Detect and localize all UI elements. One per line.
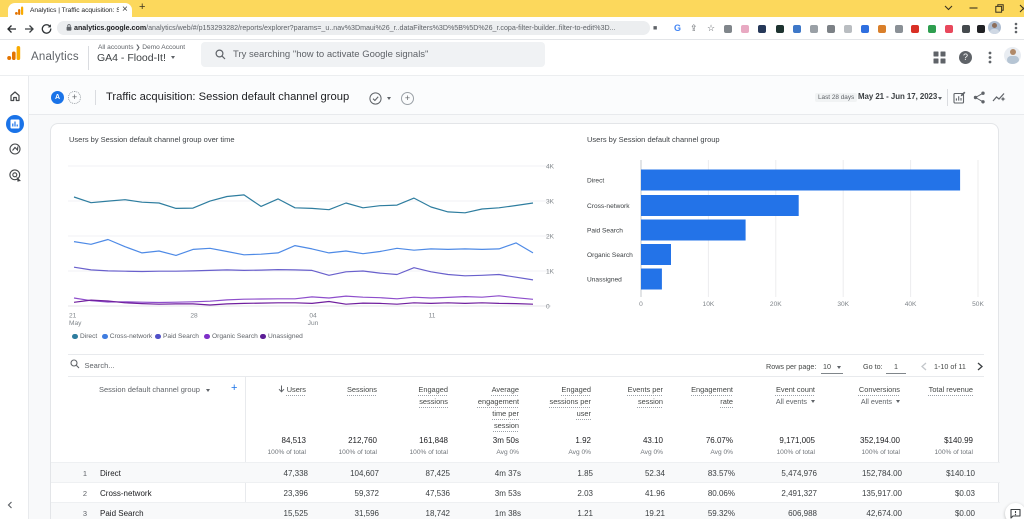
svg-text:04: 04 — [309, 313, 317, 320]
svg-text:10K: 10K — [703, 301, 715, 308]
svg-text:40K: 40K — [905, 301, 917, 308]
svg-text:0: 0 — [546, 303, 550, 310]
svg-text:Direct: Direct — [587, 177, 604, 184]
svg-text:11: 11 — [429, 313, 436, 320]
svg-text:28: 28 — [190, 313, 198, 320]
svg-text:Unassigned: Unassigned — [587, 276, 622, 283]
svg-text:3K: 3K — [546, 198, 555, 205]
svg-text:1K: 1K — [546, 268, 555, 275]
svg-text:Cross-network: Cross-network — [587, 203, 630, 210]
svg-text:Jun: Jun — [308, 320, 319, 327]
svg-text:30K: 30K — [837, 301, 849, 308]
svg-text:May: May — [69, 320, 82, 327]
svg-text:50K: 50K — [972, 301, 984, 308]
svg-text:21: 21 — [69, 313, 77, 320]
svg-text:Paid Search: Paid Search — [587, 227, 623, 234]
svg-text:2K: 2K — [546, 233, 555, 240]
svg-text:Organic Search: Organic Search — [587, 252, 633, 259]
svg-text:20K: 20K — [770, 301, 782, 308]
svg-text:0: 0 — [639, 301, 643, 308]
svg-text:4K: 4K — [546, 163, 555, 170]
